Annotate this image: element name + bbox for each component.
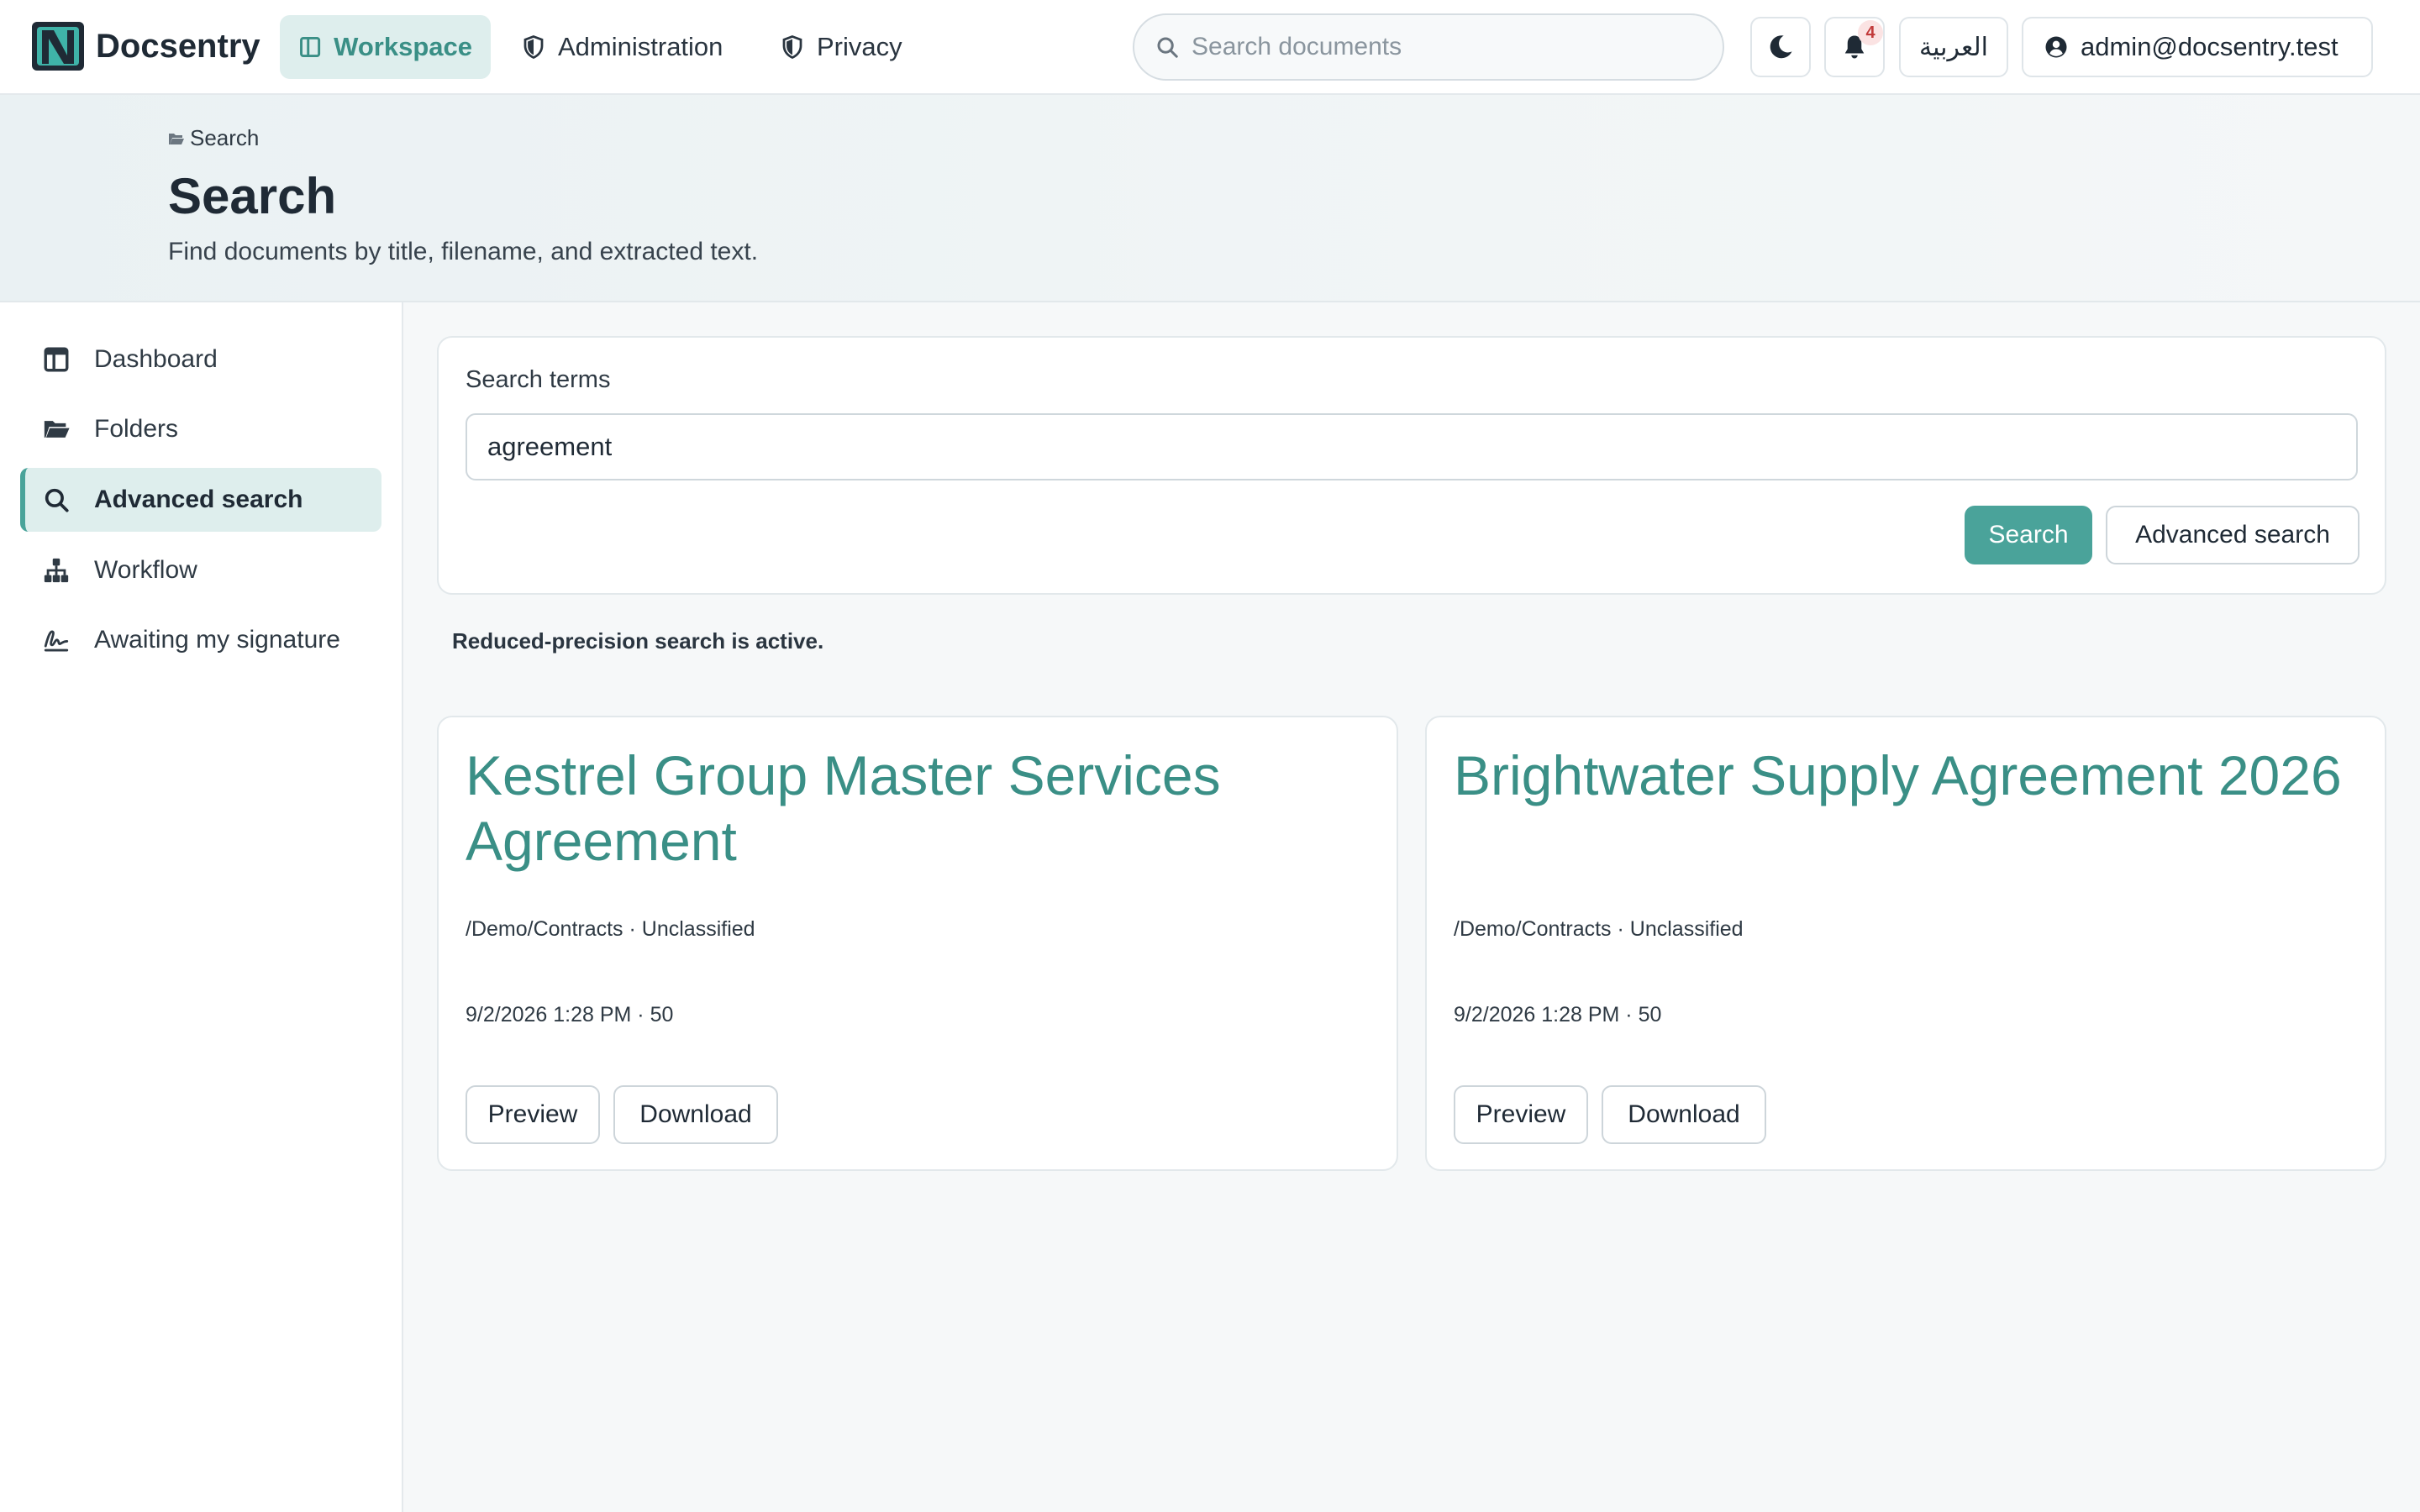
preview-button[interactable]: Preview [466,1085,600,1144]
global-search[interactable] [1133,13,1724,81]
breadcrumb-current[interactable]: Search [190,125,259,151]
signature-icon [44,630,69,652]
search-terms-label: Search terms [466,366,611,393]
docsentry-logo-icon [32,22,84,71]
download-button[interactable]: Download [1602,1085,1766,1144]
user-menu-button[interactable]: admin@docsentry.test [2022,17,2373,77]
sidebar-item-workflow[interactable]: Workflow [20,538,381,602]
nav-workspace[interactable]: Workspace [280,15,491,79]
sidebar-item-label: Workflow [94,556,197,584]
folder-open-icon [169,133,184,144]
user-circle-icon [2045,36,2067,58]
search-icon [45,488,69,512]
global-search-input[interactable] [1192,33,1696,61]
notifications-button[interactable]: 4 [1824,17,1885,77]
preview-button[interactable]: Preview [1454,1085,1588,1144]
page-subtitle: Find documents by title, filename, and e… [168,238,759,265]
download-button[interactable]: Download [613,1085,778,1144]
folder-open-icon [44,421,70,438]
breadcrumb: Search [168,125,259,151]
nav-privacy[interactable]: Privacy [761,15,921,79]
sidebar-item-dashboard[interactable]: Dashboard [20,328,381,391]
result-path-classification: /Demo/Contracts · Unclassified [466,917,755,941]
app-name: Docsentry [96,27,260,65]
shield-icon [782,35,802,60]
moon-icon [1770,35,1792,59]
search-terms-input[interactable] [466,413,2358,480]
nav-workspace-label: Workspace [334,32,472,61]
result-path-classification: /Demo/Contracts · Unclassified [1454,917,1744,941]
page-header: Search Search Find documents by title, f… [0,95,2420,302]
nav-administration-label: Administration [558,32,723,61]
notification-count-badge: 4 [1858,20,1883,45]
sidebar-item-awaiting-signature[interactable]: Awaiting my signature [20,608,381,672]
nav-administration[interactable]: Administration [502,15,741,79]
advanced-search-button[interactable]: Advanced search [2106,506,2360,564]
top-navigation-bar: Docsentry Workspace Administration Priva… [0,0,2420,95]
sidebar-item-label: Dashboard [94,345,218,373]
sidebar-item-label: Folders [94,415,179,443]
search-icon [1157,37,1178,58]
user-email: admin@docsentry.test [2081,32,2338,61]
sidebar-item-advanced-search[interactable]: Advanced search [20,468,381,532]
result-title[interactable]: Brightwater Supply Agreement 2026 [1454,743,2344,808]
shield-icon [523,35,544,60]
search-form-card: Search terms Search Advanced search [437,336,2386,595]
layout-icon [300,36,321,58]
language-switch-button[interactable]: العربية [1899,17,2008,77]
result-title[interactable]: Kestrel Group Master Services Agreement [466,743,1356,874]
sidebar: Dashboard Folders Advanced search Workfl… [0,302,403,1512]
page-title: Search [168,168,337,224]
brand[interactable]: Docsentry [32,22,260,71]
layout-icon [44,347,69,372]
nav-privacy-label: Privacy [817,32,902,61]
search-button[interactable]: Search [1965,506,2092,564]
theme-toggle-button[interactable] [1750,17,1811,77]
search-precision-notice: Reduced-precision search is active. [452,628,824,654]
sidebar-item-label: Awaiting my signature [94,626,340,654]
hierarchy-icon [44,558,69,583]
sidebar-item-label: Advanced search [94,486,303,513]
result-date-score: 9/2/2026 1:28 PM · 50 [466,1003,674,1026]
result-card: Brightwater Supply Agreement 2026 /Demo/… [1425,716,2386,1171]
result-date-score: 9/2/2026 1:28 PM · 50 [1454,1003,1662,1026]
sidebar-item-folders[interactable]: Folders [20,397,381,461]
result-card: Kestrel Group Master Services Agreement … [437,716,1398,1171]
